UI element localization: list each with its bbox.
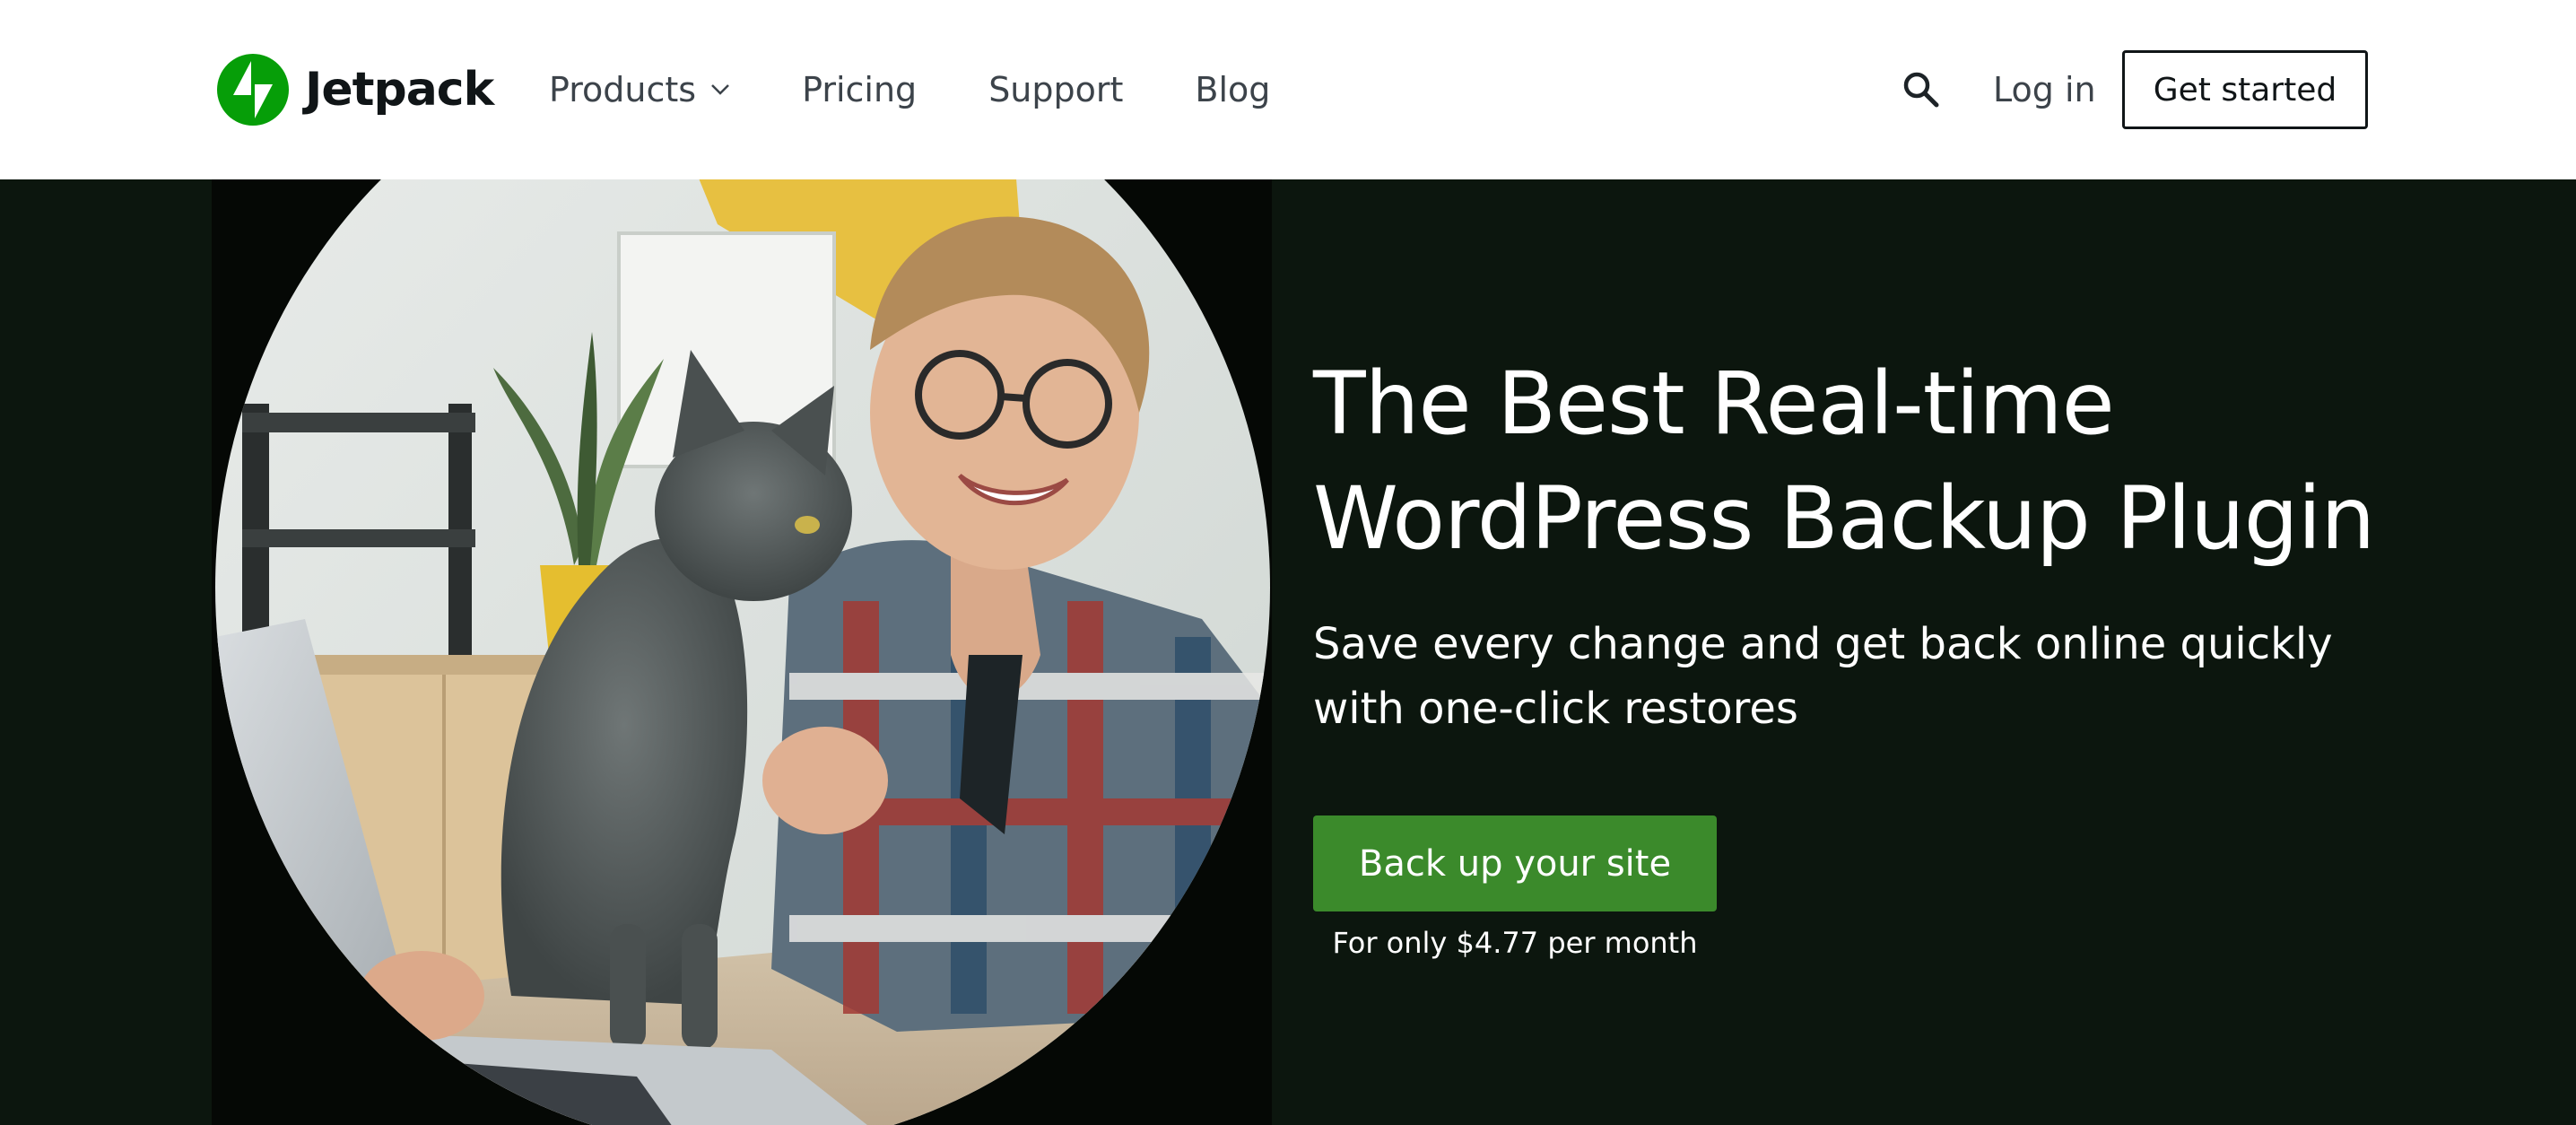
- hero-photo-woman-with-cat: [215, 179, 1270, 1125]
- jetpack-logo[interactable]: Jetpack: [217, 52, 494, 127]
- nav-support[interactable]: Support: [988, 70, 1123, 109]
- hero-section: The Best Real-time WordPress Backup Plug…: [0, 179, 2576, 1125]
- nav-support-label: Support: [988, 70, 1124, 109]
- hero-title: The Best Real-time WordPress Backup Plug…: [1313, 346, 2434, 576]
- get-started-button[interactable]: Get started: [2122, 50, 2368, 129]
- nav-products-label: Products: [549, 70, 697, 109]
- login-link[interactable]: Log in: [1993, 65, 2096, 115]
- jetpack-bolt-icon: [217, 54, 289, 126]
- hero-subtitle: Save every change and get back online qu…: [1313, 619, 2333, 734]
- nav-pricing[interactable]: Pricing: [802, 70, 917, 109]
- site-header: Jetpack Products Pricing Support Blog Lo…: [0, 0, 2576, 179]
- hero-title-line1: The Best Real-time: [1313, 353, 2115, 454]
- nav-blog-label: Blog: [1195, 70, 1271, 109]
- nav-blog[interactable]: Blog: [1195, 70, 1270, 109]
- hero-image-panel: [212, 179, 1272, 1125]
- search-icon: [1903, 72, 1939, 108]
- search-button[interactable]: [1902, 70, 1941, 109]
- chevron-down-icon: [711, 84, 729, 95]
- hero-title-line2: WordPress Backup Plugin: [1313, 468, 2375, 569]
- nav-pricing-label: Pricing: [802, 70, 918, 109]
- nav-products[interactable]: Products: [549, 70, 730, 109]
- back-up-your-site-button[interactable]: Back up your site: [1313, 815, 1717, 911]
- logo-wordmark: Jetpack: [305, 63, 494, 117]
- price-note: For only $4.77 per month: [1332, 926, 1698, 960]
- main-nav: Products Pricing Support Blog: [549, 63, 1342, 117]
